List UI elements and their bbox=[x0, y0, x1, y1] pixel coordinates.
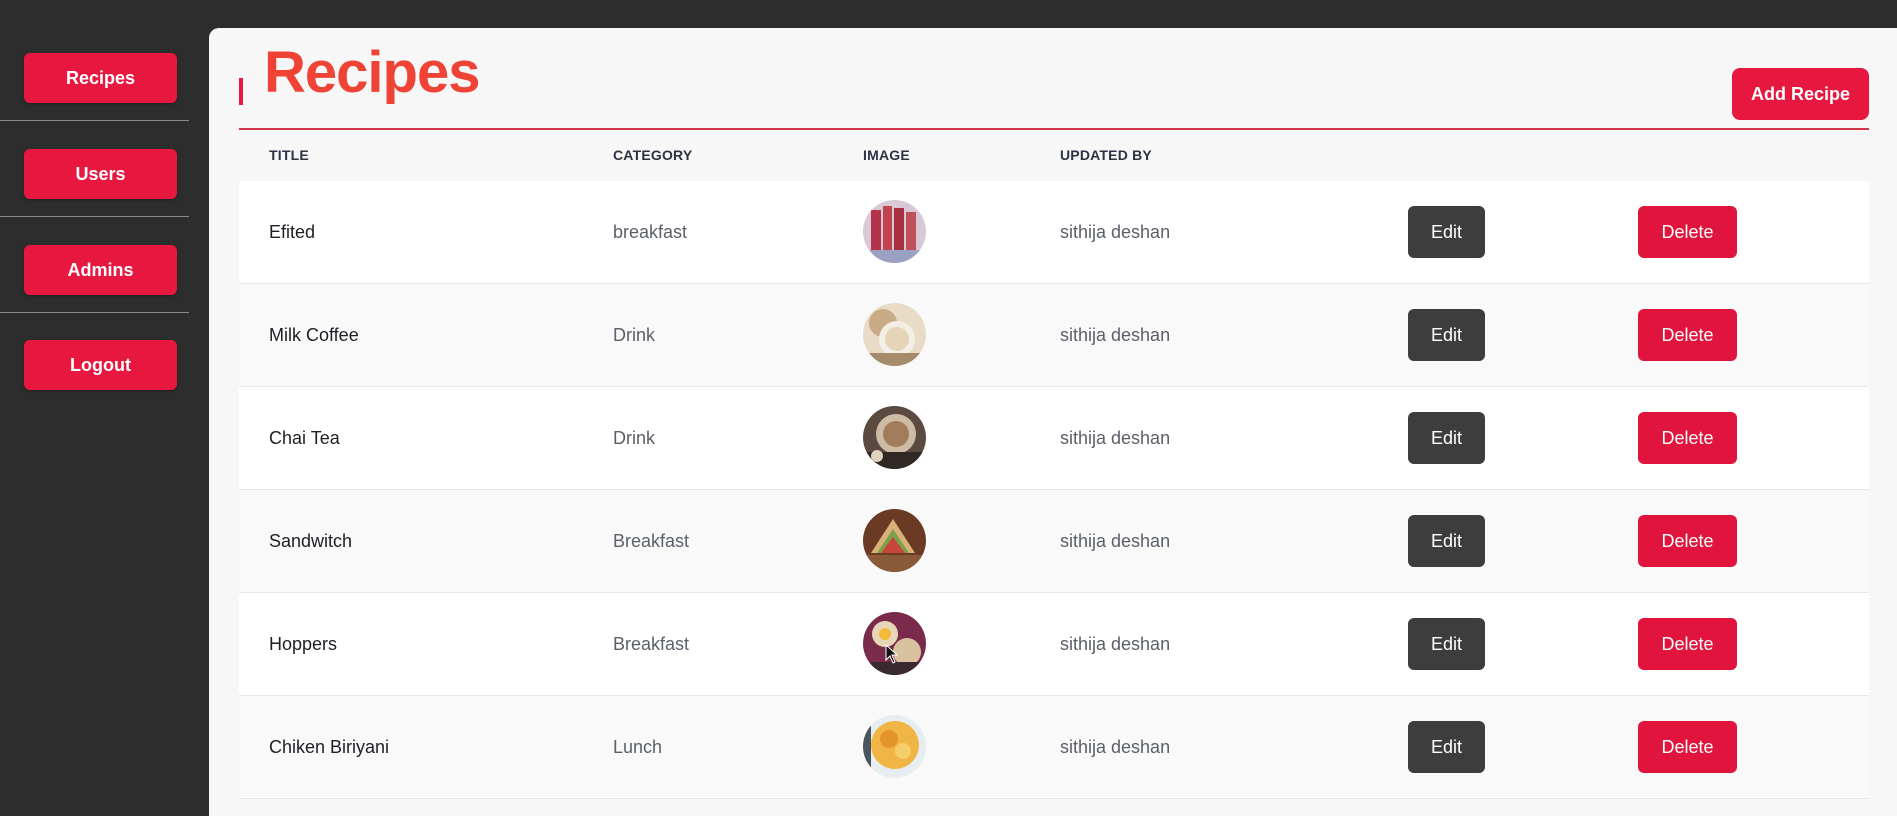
sidebar-item-admins: Admins bbox=[0, 217, 189, 313]
recipe-category: Lunch bbox=[613, 737, 663, 757]
table-row: Chai Tea Drink sithija deshan Edit Delet… bbox=[239, 387, 1869, 490]
recipe-category: Breakfast bbox=[613, 531, 690, 551]
edit-button[interactable]: Edit bbox=[1408, 309, 1485, 361]
updated-by: sithija deshan bbox=[1060, 222, 1171, 242]
recipe-thumbnail bbox=[863, 509, 926, 572]
delete-button[interactable]: Delete bbox=[1638, 515, 1737, 567]
recipes-table: Efited breakfast sithija deshan Edit Del… bbox=[239, 181, 1869, 799]
sidebar-item-recipes: Recipes bbox=[0, 25, 189, 121]
add-recipe-button[interactable]: Add Recipe bbox=[1732, 68, 1869, 120]
updated-by: sithija deshan bbox=[1060, 428, 1171, 448]
table-row: Chiken Biriyani Lunch sithija deshan Edi… bbox=[239, 696, 1869, 799]
recipe-category: Drink bbox=[613, 325, 656, 345]
recipe-title: Efited bbox=[269, 222, 316, 242]
recipe-title: Chiken Biriyani bbox=[269, 737, 390, 757]
table-row: Milk Coffee Drink sithija deshan Edit De… bbox=[239, 284, 1869, 387]
edit-button[interactable]: Edit bbox=[1408, 618, 1485, 670]
recipe-category: Drink bbox=[613, 428, 656, 448]
column-header-image: IMAGE bbox=[863, 147, 910, 163]
recipe-title: Sandwitch bbox=[269, 531, 353, 551]
column-header-updated-by: UPDATED BY bbox=[1060, 147, 1152, 163]
sidebar-item-users: Users bbox=[0, 121, 189, 217]
recipe-category: breakfast bbox=[613, 222, 688, 242]
delete-button[interactable]: Delete bbox=[1638, 206, 1737, 258]
admins-nav-button[interactable]: Admins bbox=[24, 245, 177, 295]
updated-by: sithija deshan bbox=[1060, 634, 1171, 654]
sidebar: Recipes Users Admins Logout bbox=[0, 0, 189, 816]
title-accent-bar bbox=[239, 78, 243, 105]
delete-button[interactable]: Delete bbox=[1638, 412, 1737, 464]
mouse-cursor-icon bbox=[885, 643, 899, 664]
page-title: Recipes bbox=[264, 40, 480, 105]
table-row: Hoppers Breakfast sithija deshan Edit De… bbox=[239, 593, 1869, 696]
edit-button[interactable]: Edit bbox=[1408, 412, 1485, 464]
users-nav-button[interactable]: Users bbox=[24, 149, 177, 199]
table-row: Efited breakfast sithija deshan Edit Del… bbox=[239, 181, 1869, 284]
recipe-title: Chai Tea bbox=[269, 428, 340, 448]
recipe-title: Milk Coffee bbox=[269, 325, 359, 345]
recipe-thumbnail bbox=[863, 406, 926, 469]
recipe-category: Breakfast bbox=[613, 634, 690, 654]
sidebar-item-logout: Logout bbox=[0, 313, 189, 393]
edit-button[interactable]: Edit bbox=[1408, 206, 1485, 258]
table-row: Sandwitch Breakfast sithija deshan Edit … bbox=[239, 490, 1869, 593]
main-panel: Recipes Add Recipe TITLE CATEGORY IMAGE … bbox=[209, 28, 1897, 816]
logout-button[interactable]: Logout bbox=[24, 340, 177, 390]
updated-by: sithija deshan bbox=[1060, 737, 1171, 757]
recipe-thumbnail bbox=[863, 715, 926, 778]
header-divider bbox=[239, 128, 1869, 130]
delete-button[interactable]: Delete bbox=[1638, 721, 1737, 773]
edit-button[interactable]: Edit bbox=[1408, 515, 1485, 567]
column-header-category: CATEGORY bbox=[613, 147, 693, 163]
recipe-title: Hoppers bbox=[269, 634, 338, 654]
recipes-nav-button[interactable]: Recipes bbox=[24, 53, 177, 103]
column-header-title: TITLE bbox=[269, 147, 309, 163]
updated-by: sithija deshan bbox=[1060, 325, 1171, 345]
updated-by: sithija deshan bbox=[1060, 531, 1171, 551]
edit-button[interactable]: Edit bbox=[1408, 721, 1485, 773]
admin-app: Recipes Users Admins Logout Recipes Add … bbox=[0, 0, 1897, 816]
delete-button[interactable]: Delete bbox=[1638, 309, 1737, 361]
delete-button[interactable]: Delete bbox=[1638, 618, 1737, 670]
recipe-thumbnail bbox=[863, 303, 926, 366]
recipe-thumbnail bbox=[863, 200, 926, 263]
